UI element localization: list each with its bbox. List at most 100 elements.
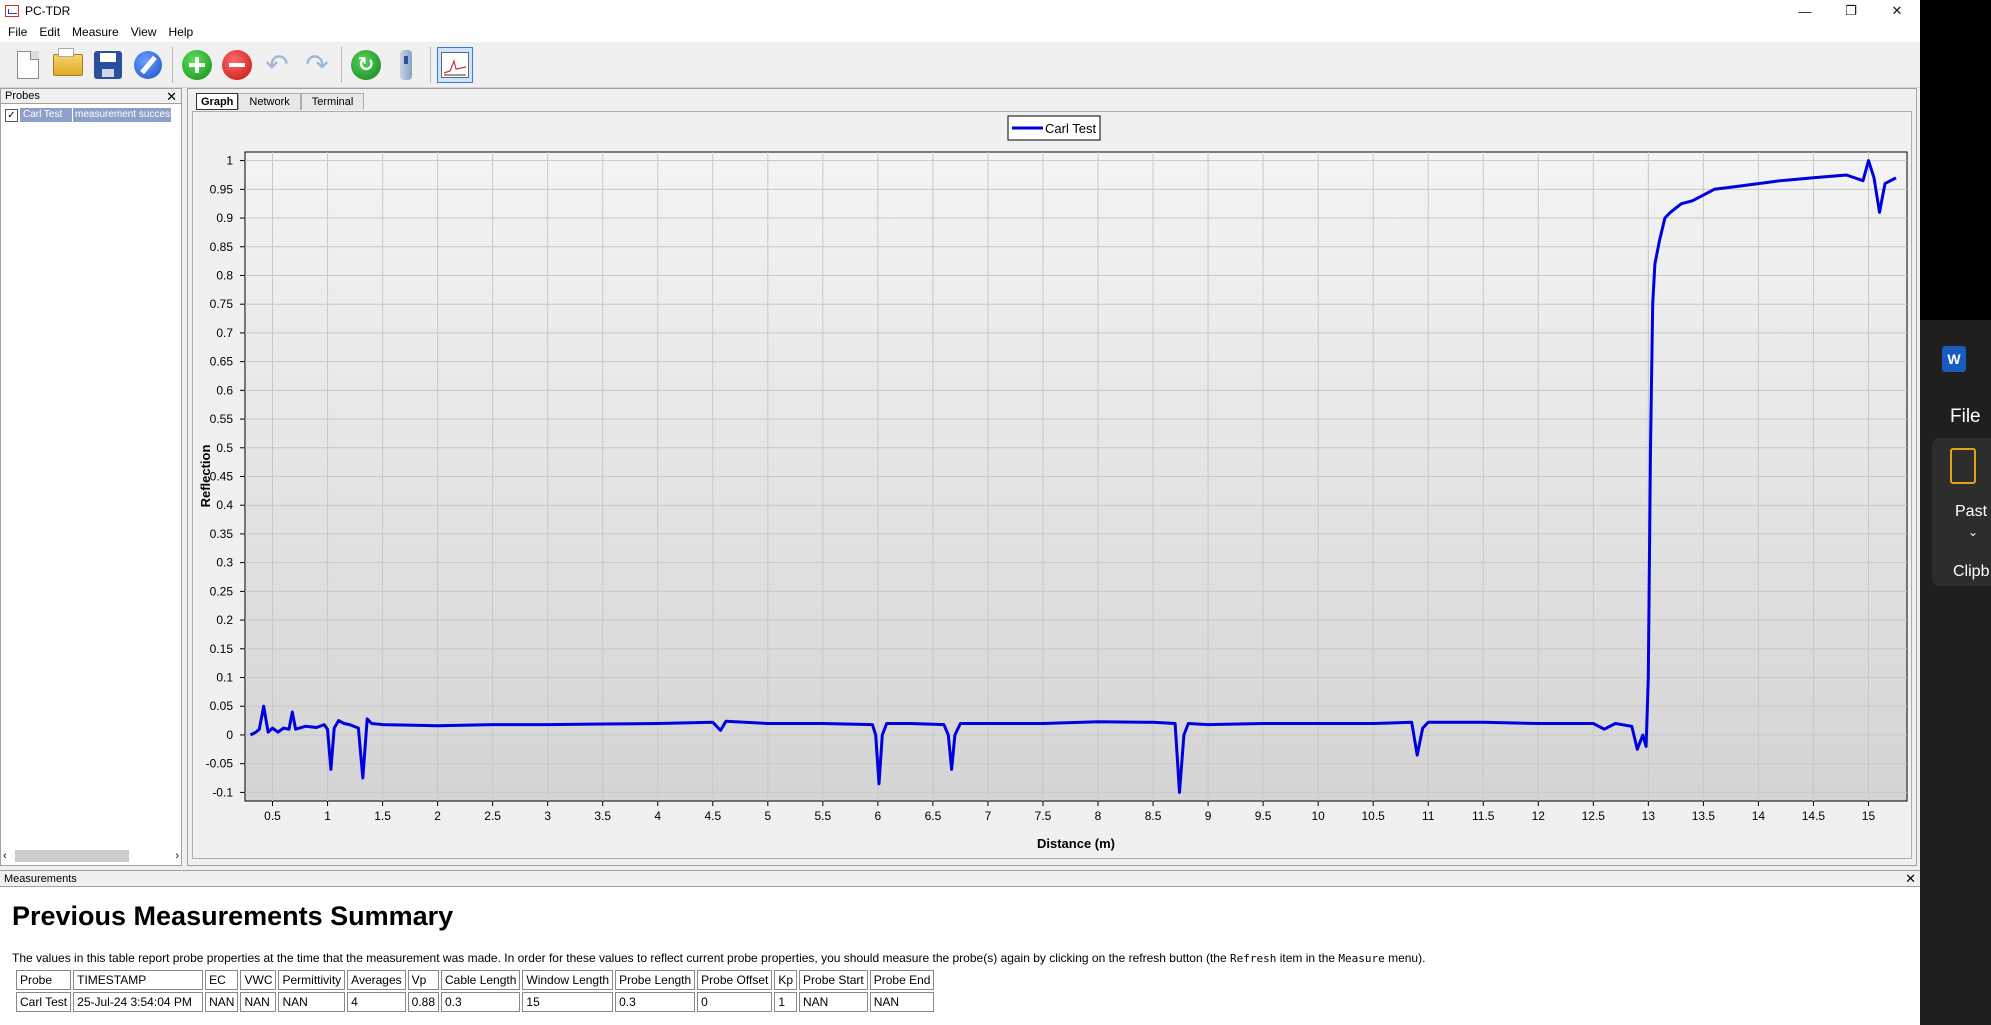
x-tick-label: 4: [654, 809, 661, 823]
x-tick-label: 13.5: [1692, 809, 1716, 823]
x-tick-label: 12.5: [1582, 809, 1606, 823]
cell-ec: NAN: [205, 992, 239, 1012]
tab-terminal[interactable]: Terminal: [300, 93, 365, 110]
scroll-thumb[interactable]: [14, 850, 129, 862]
header-timestamp: TIMESTAMP: [73, 970, 204, 990]
undo-icon: ↶: [265, 48, 289, 80]
measurements-header: Measurements ✕: [0, 871, 1920, 887]
x-tick-label: 10.5: [1361, 809, 1385, 823]
table-row: Carl Test 25-Jul-24 3:54:04 PM NAN NAN N…: [16, 992, 935, 1012]
x-tick-label: 10: [1311, 809, 1325, 823]
new-button[interactable]: [10, 47, 46, 83]
y-tick-label: 1: [226, 154, 233, 168]
cell-vwc: NAN: [240, 992, 277, 1012]
x-tick-label: 7.5: [1035, 809, 1052, 823]
y-tick-label: 0.3: [216, 556, 233, 570]
redo-button[interactable]: ↷: [299, 47, 335, 83]
cell-averages: 4: [347, 992, 406, 1012]
menu-file[interactable]: File: [2, 25, 33, 39]
header-probe-start: Probe Start: [799, 970, 868, 990]
refresh-icon: ↻: [351, 49, 381, 80]
x-tick-label: 9.5: [1255, 809, 1272, 823]
y-tick-label: 0.95: [210, 182, 234, 196]
y-tick-label: 0.75: [210, 297, 234, 311]
new-file-icon: [17, 50, 39, 79]
header-probe-offset: Probe Offset: [697, 970, 773, 990]
menu-edit[interactable]: Edit: [33, 25, 66, 39]
x-tick-label: 1.5: [374, 809, 391, 823]
graph-view-button[interactable]: [437, 46, 473, 83]
probe-button[interactable]: [388, 47, 424, 83]
x-tick-label: 6.5: [925, 809, 942, 823]
tab-graph[interactable]: Graph: [196, 93, 239, 110]
minimize-button[interactable]: —: [1782, 0, 1828, 22]
y-tick-label: 0.25: [210, 584, 234, 598]
pc-tdr-window: PC-TDR — ❐ ✕ File Edit Measure View Help…: [0, 0, 1920, 1025]
close-button[interactable]: ✕: [1874, 0, 1920, 22]
scroll-left-icon[interactable]: ‹: [3, 850, 7, 862]
table-header-row: Probe TIMESTAMP EC VWC Permittivity Aver…: [16, 970, 935, 990]
restore-button[interactable]: ❐: [1828, 0, 1874, 22]
summary-note: The values in this table report probe pr…: [12, 951, 1426, 965]
add-probe-button[interactable]: [179, 47, 215, 83]
x-tick-label: 15: [1862, 809, 1876, 823]
menu-help[interactable]: Help: [163, 25, 200, 39]
tab-network[interactable]: Network: [238, 93, 301, 110]
probes-panel: Probes ✕ ✓ Carl Test measurement success…: [0, 88, 182, 866]
view-tabs: Graph Network Terminal: [196, 93, 365, 110]
edit-button[interactable]: [130, 47, 166, 83]
measurements-table: Probe TIMESTAMP EC VWC Permittivity Aver…: [14, 968, 936, 1014]
x-tick-label: 11: [1422, 809, 1435, 823]
x-tick-label: 9: [1205, 809, 1212, 823]
y-tick-label: 0.7: [216, 326, 233, 340]
word-logo-icon[interactable]: W: [1942, 346, 1966, 372]
open-button[interactable]: [50, 47, 86, 83]
measurements-close-button[interactable]: ✕: [1905, 872, 1916, 885]
legend: Carl Test: [1007, 115, 1101, 141]
y-tick-label: 0.6: [216, 383, 233, 397]
toolbar-separator: [172, 46, 173, 83]
probe-status: measurement successful: [73, 108, 171, 122]
graph-area: 0.5 1 1.5 2 2.5 3 3.5 4 4.5 5 5.5 6 6.5 7 7.5 8 8.5 9 9.5 1…: [192, 111, 1912, 859]
save-icon: [94, 50, 122, 79]
probe-checkbox[interactable]: ✓: [5, 108, 18, 122]
add-icon: [182, 49, 212, 80]
header-kp: Kp: [774, 970, 798, 990]
cell-vp: 0.88: [407, 992, 439, 1012]
header-ec: EC: [205, 970, 239, 990]
x-tick-label: 6: [875, 809, 882, 823]
window-title: PC-TDR: [25, 4, 71, 18]
y-tick-label: -0.1: [212, 785, 233, 799]
open-folder-icon: [53, 47, 83, 76]
y-tick-label: 0.65: [210, 355, 234, 369]
word-paste-label[interactable]: Past: [1955, 503, 1987, 521]
refresh-button[interactable]: ↻: [348, 47, 384, 83]
menu-view[interactable]: View: [125, 25, 163, 39]
undo-button[interactable]: ↶: [259, 47, 295, 83]
cell-window-length: 15: [522, 992, 614, 1012]
redo-icon: ↷: [305, 48, 329, 80]
x-tick-label: 12: [1532, 809, 1546, 823]
y-tick-label: 0.9: [216, 211, 233, 225]
y-tick-label: 0.8: [216, 268, 233, 282]
x-tick-label: 5.5: [815, 809, 832, 823]
probes-horizontal-scrollbar[interactable]: ‹ ›: [3, 849, 179, 863]
cell-timestamp: 25-Jul-24 3:54:04 PM: [73, 992, 204, 1012]
x-tick-label: 2: [434, 809, 441, 823]
clipboard-icon[interactable]: [1950, 448, 1976, 484]
x-tick-label: 8: [1095, 809, 1102, 823]
cell-cable-length: 0.3: [441, 992, 521, 1012]
remove-probe-button[interactable]: [219, 47, 255, 83]
word-file-tab[interactable]: File: [1950, 406, 1981, 428]
graph-icon: [441, 51, 469, 78]
probe-row[interactable]: ✓ Carl Test measurement successful: [5, 108, 171, 122]
reflection-chart[interactable]: 0.5 1 1.5 2 2.5 3 3.5 4 4.5 5 5.5 6 6.5 7 7.5 8 8.5 9 9.5 1…: [193, 112, 1911, 858]
scroll-right-icon[interactable]: ›: [175, 850, 179, 862]
chevron-down-icon[interactable]: ⌄: [1968, 525, 1978, 539]
x-tick-label: 1: [324, 809, 331, 823]
cell-permittivity: NAN: [278, 992, 346, 1012]
menu-measure[interactable]: Measure: [66, 25, 125, 39]
toolbar: ↶ ↷ ↻: [0, 42, 1920, 88]
save-button[interactable]: [90, 47, 126, 83]
probes-close-button[interactable]: ✕: [166, 90, 177, 103]
